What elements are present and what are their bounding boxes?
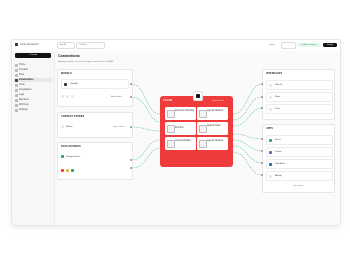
excel-icon	[269, 138, 272, 142]
hub-card-label: Agents Network	[207, 110, 224, 112]
model-icon-a[interactable]	[61, 95, 64, 98]
hub-card-label: Prompts	[175, 127, 184, 129]
connection-dot	[130, 96, 132, 98]
model-icon-b[interactable]	[66, 95, 69, 98]
interface-row-label: Chat	[275, 108, 280, 110]
interface-row-slack[interactable]: Slack	[266, 92, 333, 102]
add-model-link[interactable]: Add model	[111, 96, 121, 98]
app-row-label: Excel	[275, 139, 281, 141]
app-row-label: Affinity	[275, 175, 282, 177]
interface-row-label: Web UI	[275, 84, 283, 86]
connection-dot	[261, 150, 263, 152]
apps-panel: APPS Excel Teams PitchBook Affinity View…	[262, 124, 335, 193]
connection-dot	[130, 126, 132, 128]
hub-card-context-builder[interactable]: Context Builder	[165, 137, 196, 150]
interface-row-label: Slack	[275, 96, 281, 98]
context-store-row-label[interactable]: Notion	[66, 126, 72, 128]
app-row-pitchbook[interactable]: PitchBook	[266, 159, 333, 169]
hub-card-label: Agents Network	[207, 140, 224, 142]
connection-dot	[130, 167, 132, 169]
data-sources-panel: DATA SOURCES Google Sheets	[57, 142, 133, 180]
app-row-teams[interactable]: Teams	[266, 147, 333, 157]
notion-icon	[61, 125, 64, 128]
source-icon-red[interactable]	[61, 169, 64, 172]
app-row-label: Teams	[275, 151, 282, 153]
source-icon-green[interactable]	[71, 169, 74, 172]
context-stores-panel: CONTEXT STORES Notion Sync status	[57, 112, 133, 138]
builder-icon	[167, 140, 175, 148]
models-section-title: MODELS	[61, 72, 72, 75]
clear-hub[interactable]: CLEAR Operational Document Parsing Agent…	[160, 96, 233, 167]
source-icon-yellow[interactable]	[66, 169, 69, 172]
hub-card-label: Search Index	[207, 125, 221, 127]
prompt-icon	[167, 125, 175, 133]
connection-dot	[261, 162, 263, 164]
hub-card-agents-network-2[interactable]: Agents Network	[197, 137, 228, 150]
connection-dot	[261, 107, 263, 109]
connection-dot	[130, 83, 132, 85]
hub-card-document-parsing[interactable]: Document Parsing	[165, 107, 196, 120]
apps-section-title: APPS	[266, 127, 273, 130]
interface-row-web[interactable]: Web UI	[266, 80, 333, 90]
search-icon	[199, 125, 207, 133]
hub-card-search-index[interactable]: Search Index	[197, 122, 228, 135]
data-source-row-label[interactable]: Google Sheets	[66, 156, 80, 158]
models-panel: MODELS OpenAI Add model	[57, 69, 133, 107]
pitchbook-icon	[269, 162, 272, 166]
affinity-icon	[269, 174, 272, 178]
network-icon	[199, 110, 207, 118]
slack-icon	[269, 95, 272, 99]
hub-card-prompts[interactable]: Prompts	[165, 122, 196, 135]
model-icon-c[interactable]	[71, 95, 74, 98]
connection-dot	[261, 138, 263, 140]
chat-icon	[269, 107, 272, 111]
data-sources-section-title: DATA SOURCES	[61, 145, 81, 148]
interfaces-panel: INTERFACES Web UI Slack Chat	[262, 69, 335, 120]
interface-row-chat[interactable]: Chat	[266, 104, 333, 114]
app-row-affinity[interactable]: Affinity	[266, 171, 333, 181]
teams-icon	[269, 150, 272, 154]
hub-card-label: Context Builder	[175, 140, 191, 142]
connection-dot	[261, 174, 263, 176]
view-more-link[interactable]: View more	[293, 185, 303, 187]
connection-dot	[130, 159, 132, 161]
clear-logo-mark	[196, 94, 200, 98]
connection-dot	[261, 96, 263, 98]
connection-dot	[261, 83, 263, 85]
app-row-label: PitchBook	[275, 163, 285, 165]
openai-icon	[64, 82, 67, 86]
clear-logo-icon	[193, 91, 203, 101]
hub-card-agents-network[interactable]: Agents Network	[197, 107, 228, 120]
context-stores-section-title: CONTEXT STORES	[61, 115, 85, 118]
model-row-openai[interactable]: OpenAI	[61, 79, 129, 89]
hub-status-badge: Operational	[212, 99, 224, 102]
sheets-icon	[61, 155, 64, 158]
globe-icon	[269, 83, 272, 87]
document-icon	[167, 110, 175, 118]
interfaces-section-title: INTERFACES	[266, 72, 283, 75]
model-row-label: OpenAI	[70, 83, 78, 85]
hub-card-label: Document Parsing	[175, 110, 194, 112]
app-row-excel[interactable]: Excel	[266, 135, 333, 145]
hub-title: CLEAR	[163, 98, 172, 102]
network-icon	[199, 140, 207, 148]
context-store-row-hint: Sync status	[113, 125, 125, 128]
